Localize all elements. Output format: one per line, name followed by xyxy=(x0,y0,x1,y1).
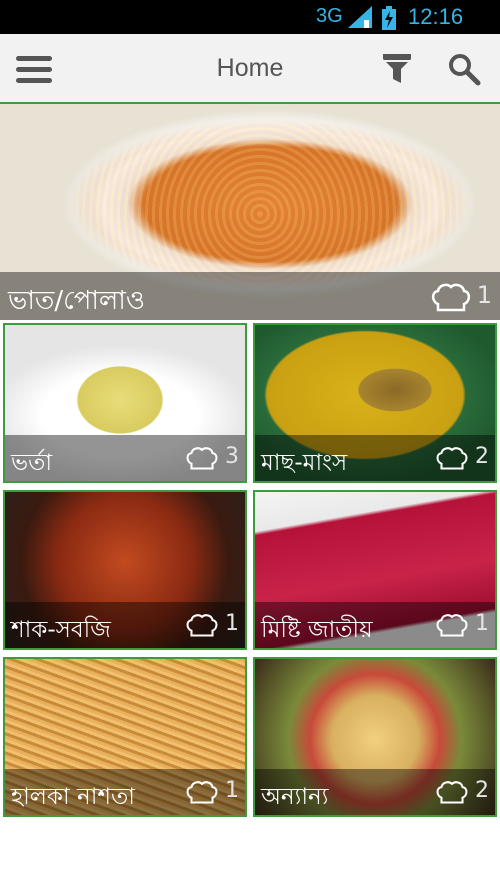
category-tile[interactable]: হালকা নাশতা 1 xyxy=(3,657,247,817)
category-label: মিষ্টি জাতীয় xyxy=(261,617,373,643)
empty-area xyxy=(0,820,500,889)
chef-hat-icon xyxy=(186,447,218,470)
featured-category-tile[interactable]: ভাত/পোলাও 1 xyxy=(0,104,500,320)
category-label: শাক-সবজি xyxy=(11,617,111,643)
recipe-count: 1 xyxy=(225,778,239,803)
page-title: Home xyxy=(216,54,284,82)
chef-hat-icon xyxy=(436,447,468,470)
category-label: হালকা নাশতা xyxy=(11,784,135,810)
category-label: অন্যান্য xyxy=(261,784,329,810)
chef-hat-icon xyxy=(436,614,468,637)
tile-caption: অন্যান্য 2 xyxy=(255,769,495,815)
recipe-count: 1 xyxy=(225,611,239,636)
recipe-count: 1 xyxy=(475,611,489,636)
category-label: মাছ-মাংস xyxy=(261,450,348,476)
category-label: ভাত/পোলাও xyxy=(8,286,145,316)
status-bar: 3G 12:16 AM xyxy=(0,0,500,55)
category-label: ভর্তা xyxy=(11,450,53,476)
recipe-count: 2 xyxy=(475,444,489,469)
recipe-count: 1 xyxy=(476,281,492,309)
tile-caption: ভর্তা 3 xyxy=(5,435,245,481)
search-icon xyxy=(449,54,481,86)
category-tile[interactable]: মিষ্টি জাতীয় 1 xyxy=(253,490,497,650)
category-tile[interactable]: শাক-সবজি 1 xyxy=(3,490,247,650)
tile-caption: হালকা নাশতা 1 xyxy=(5,769,245,815)
tile-caption: মাছ-মাংস 2 xyxy=(255,435,495,481)
category-tile[interactable]: মাছ-মাংস 2 xyxy=(253,323,497,483)
chef-hat-icon xyxy=(431,283,471,312)
category-tile[interactable]: অন্যান্য 2 xyxy=(253,657,497,817)
action-bar: Home xyxy=(0,34,500,104)
chef-hat-icon xyxy=(436,781,468,804)
network-type: 3G xyxy=(316,5,343,27)
chef-hat-icon xyxy=(186,614,218,637)
recipe-count: 3 xyxy=(225,444,239,469)
filter-button[interactable] xyxy=(381,52,413,86)
category-tile[interactable]: ভর্তা 3 xyxy=(3,323,247,483)
chef-hat-icon xyxy=(186,781,218,804)
recipe-count: 2 xyxy=(475,778,489,803)
signal-icon xyxy=(348,6,372,28)
filter-icon xyxy=(383,54,411,83)
search-button[interactable] xyxy=(447,52,481,86)
battery-charging-icon xyxy=(382,6,396,30)
tile-caption: শাক-সবজি 1 xyxy=(5,602,245,648)
tile-caption: ভাত/পোলাও 1 xyxy=(0,272,500,320)
tile-caption: মিষ্টি জাতীয় 1 xyxy=(255,602,495,648)
